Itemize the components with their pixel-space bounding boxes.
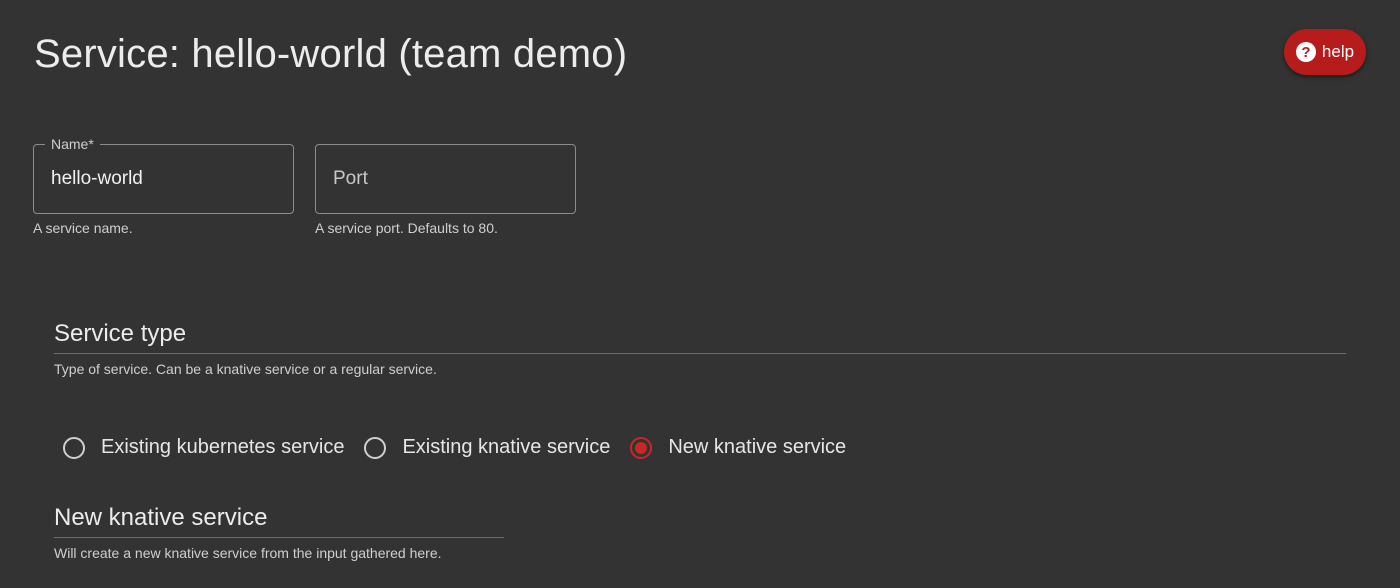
radio-label: New knative service — [668, 436, 847, 458]
name-input[interactable] — [51, 168, 283, 190]
port-field-box — [315, 144, 576, 214]
radio-unchecked-icon[interactable] — [364, 436, 387, 459]
radio-label: Existing knative service — [402, 436, 611, 458]
new-knative-service-description: Will create a new knative service from t… — [54, 545, 442, 561]
name-field: Name* A service name. — [33, 136, 294, 236]
port-input[interactable] — [333, 168, 565, 190]
name-helper-text: A service name. — [33, 220, 133, 236]
service-type-divider — [54, 353, 1346, 354]
help-button-label: help — [1321, 42, 1355, 61]
radio-unchecked-icon[interactable] — [63, 436, 85, 459]
new-knative-service-title: New knative service — [54, 504, 268, 531]
service-type-radio-group: Existing kubernetes service Existing kna… — [63, 436, 866, 459]
question-circle-icon: ? — [1295, 42, 1316, 62]
service-type-description: Type of service. Can be a knative servic… — [54, 361, 437, 377]
radio-label: Existing kubernetes service — [101, 436, 345, 458]
radio-new-knative-service[interactable]: New knative service — [630, 436, 846, 459]
name-field-box: Name* — [33, 136, 294, 214]
service-type-title: Service type — [54, 320, 187, 347]
name-field-label: Name* — [45, 136, 100, 152]
radio-existing-kubernetes-service[interactable]: Existing kubernetes service — [63, 436, 344, 459]
port-field: A service port. Defaults to 80. — [315, 144, 576, 236]
radio-existing-knative-service[interactable]: Existing knative service — [364, 436, 610, 459]
help-button[interactable]: ? help — [1284, 29, 1366, 75]
port-helper-text: A service port. Defaults to 80. — [315, 220, 498, 236]
page-title: Service: hello-world (team demo) — [34, 32, 628, 76]
new-knative-service-divider — [54, 537, 504, 538]
radio-checked-icon[interactable] — [630, 436, 653, 459]
